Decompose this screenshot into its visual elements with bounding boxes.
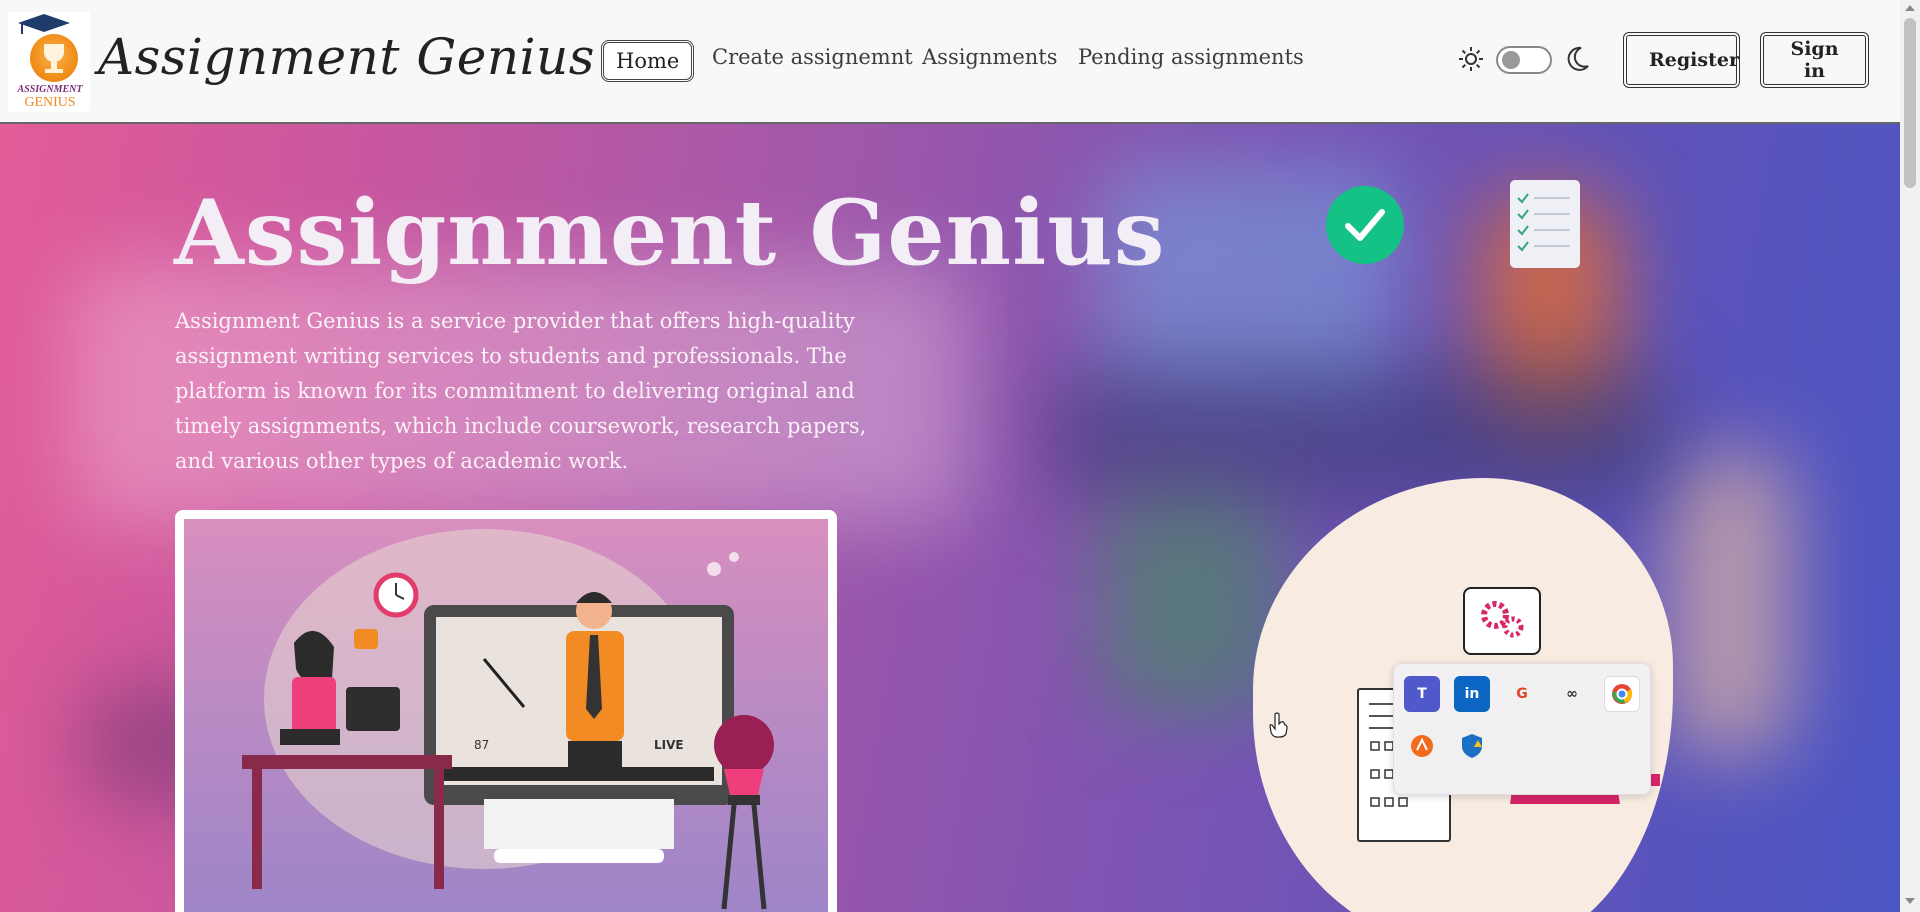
nav-home[interactable]: Home bbox=[601, 40, 695, 82]
teams-icon[interactable]: T bbox=[1404, 676, 1440, 712]
online-class-graphic: 87 LIVE bbox=[242, 529, 774, 910]
defender-icon[interactable] bbox=[1454, 728, 1490, 764]
scroll-up-arrow-icon[interactable] bbox=[1905, 5, 1915, 11]
gear-icon bbox=[1463, 587, 1541, 655]
logo-text-bottom: GENIUS bbox=[24, 95, 76, 110]
hero-title: Assignment Genius bbox=[174, 180, 1166, 286]
creative-cloud-icon[interactable]: ∞ bbox=[1554, 676, 1590, 712]
viewer-count: 87 bbox=[474, 738, 489, 752]
check-badge-icon bbox=[1326, 186, 1404, 264]
logo-text-top: ASSIGNMENT bbox=[17, 84, 83, 95]
sign-in-button[interactable]: Sign in bbox=[1760, 32, 1869, 88]
nav-pending-assignments[interactable]: Pending assignments bbox=[1078, 45, 1304, 69]
logo[interactable]: ASSIGNMENT GENIUS bbox=[8, 12, 90, 112]
scrollbar-thumb[interactable] bbox=[1904, 18, 1916, 188]
navbar: ASSIGNMENT GENIUS Assignment Genius Home… bbox=[0, 0, 1900, 124]
brand-name[interactable]: Assignment Genius bbox=[98, 28, 595, 86]
hero-description: Assignment Genius is a service provider … bbox=[175, 309, 867, 473]
moon-icon bbox=[1567, 46, 1589, 71]
theme-toggle bbox=[1458, 43, 1593, 77]
dark-mode-switch[interactable] bbox=[1496, 46, 1552, 74]
graduation-cap-icon bbox=[18, 14, 70, 34]
online-class-illustration: 87 LIVE bbox=[175, 510, 837, 912]
live-label: LIVE bbox=[654, 738, 684, 752]
nav-create-assignment[interactable]: Create assignemnt bbox=[712, 45, 913, 69]
trophy-icon bbox=[30, 34, 78, 82]
hand-cursor-icon bbox=[1269, 712, 1288, 738]
avast-icon[interactable] bbox=[1404, 728, 1440, 764]
register-button[interactable]: Register bbox=[1623, 32, 1740, 88]
linkedin-icon[interactable]: in bbox=[1454, 676, 1490, 712]
background-blur bbox=[1050, 364, 1670, 504]
page-scrollbar[interactable] bbox=[1900, 0, 1920, 912]
checklist-icon bbox=[1510, 180, 1580, 268]
nav-assignments[interactable]: Assignments bbox=[922, 45, 1058, 69]
background-blur bbox=[1670, 454, 1790, 754]
chrome-icon[interactable] bbox=[1604, 676, 1640, 712]
git-icon[interactable]: G bbox=[1504, 676, 1540, 712]
scroll-down-arrow-icon[interactable] bbox=[1905, 898, 1915, 904]
taskbar-overflow-tray: T in G ∞ bbox=[1393, 663, 1651, 795]
sun-icon bbox=[1459, 47, 1483, 71]
